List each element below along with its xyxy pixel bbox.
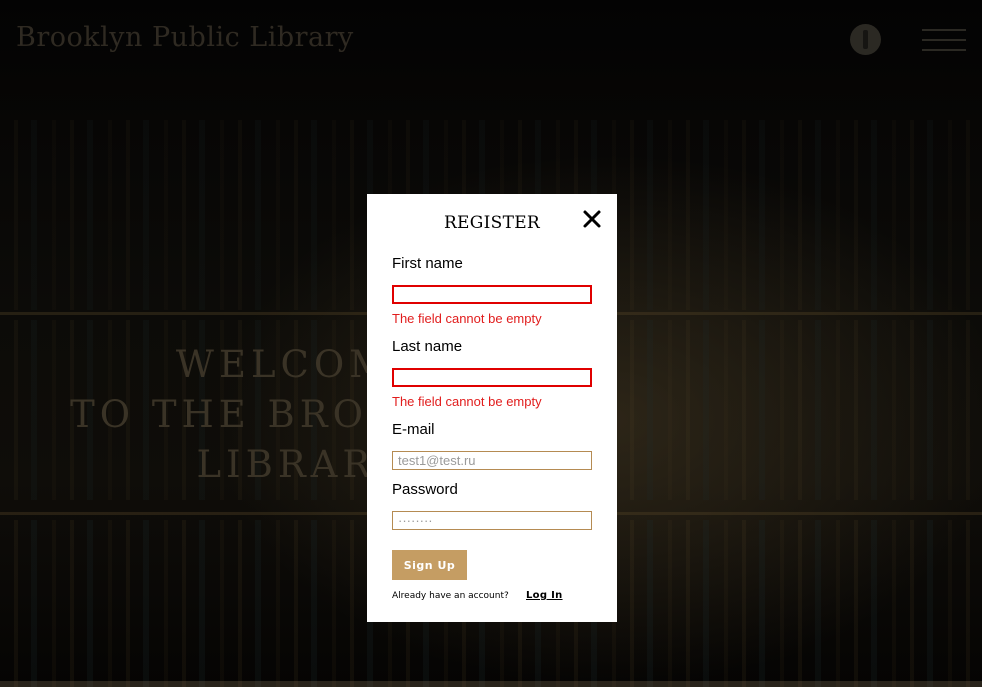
- site-header: Brooklyn Public Library: [0, 0, 982, 80]
- site-logo[interactable]: Brooklyn Public Library: [16, 22, 354, 53]
- password-label: Password: [392, 481, 458, 498]
- shelf-edge: [0, 681, 982, 687]
- email-field[interactable]: [392, 451, 592, 470]
- first-name-error: The field cannot be empty: [392, 311, 542, 326]
- log-in-link[interactable]: Log In: [526, 590, 563, 601]
- burger-menu-icon[interactable]: [922, 29, 966, 51]
- modal-title: REGISTER: [443, 213, 541, 233]
- last-name-label: Last name: [392, 338, 463, 355]
- first-name-field[interactable]: [392, 285, 592, 304]
- account-prompt: Already have an account?: [392, 591, 509, 601]
- sign-up-button[interactable]: Sign Up: [392, 550, 467, 580]
- password-field[interactable]: [392, 511, 592, 530]
- close-icon[interactable]: [582, 209, 602, 229]
- register-modal: REGISTER First name The field cannot be …: [367, 194, 617, 622]
- account-icon[interactable]: [850, 24, 881, 55]
- email-label: E-mail: [392, 421, 435, 438]
- last-name-error: The field cannot be empty: [392, 394, 542, 409]
- first-name-label: First name: [392, 255, 463, 272]
- last-name-field[interactable]: [392, 368, 592, 387]
